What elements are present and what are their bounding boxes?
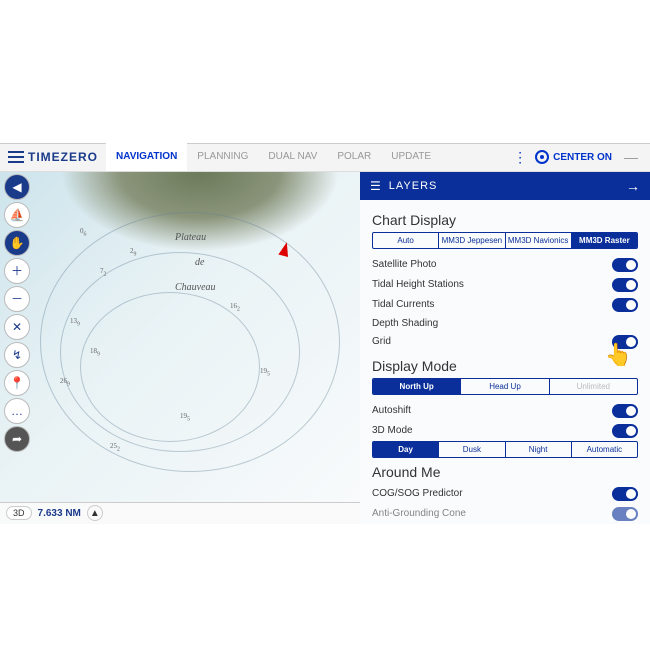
chart-label-de: de	[195, 257, 204, 268]
target-icon	[535, 150, 549, 164]
mark-tool-icon[interactable]: 📍	[4, 370, 30, 396]
row-grid: Grid	[372, 332, 638, 352]
toggle-tidal-height[interactable]	[612, 278, 638, 292]
3d-toggle[interactable]: 3D	[6, 506, 32, 520]
nautical-chart[interactable]: Plateau de Chauveau 06 29 72 139 189 269…	[0, 172, 360, 524]
row-tidal-height: Tidal Height Stations	[372, 275, 638, 295]
row-satellite-photo: Satellite Photo	[372, 255, 638, 275]
back-button[interactable]: ◀	[4, 174, 30, 200]
tab-dual-nav[interactable]: DUAL NAV	[258, 143, 327, 171]
toggle-satellite-photo[interactable]	[612, 258, 638, 272]
top-bar: TIMEZERO NAVIGATION PLANNING DUAL NAV PO…	[0, 144, 650, 172]
north-indicator-icon[interactable]: ▲	[87, 505, 103, 521]
seg-jeppesen[interactable]: MM3D Jeppesen	[439, 233, 505, 248]
toggle-cog-sog[interactable]	[612, 487, 638, 501]
seg-navionics[interactable]: MM3D Navionics	[506, 233, 572, 248]
toggle-anti-grounding[interactable]	[612, 507, 638, 521]
toggle-autoshift[interactable]	[612, 404, 638, 418]
row-depth-shading: Depth Shading	[372, 315, 638, 332]
layers-body: Chart Display Auto MM3D Jeppesen MM3D Na…	[360, 200, 650, 524]
zoom-out-icon[interactable]: －	[4, 286, 30, 312]
chart-source-segmented: Auto MM3D Jeppesen MM3D Navionics MM3D R…	[372, 232, 638, 249]
layers-title: LAYERS	[389, 180, 618, 192]
section-around-me: Around Me	[372, 464, 638, 480]
daynight-segmented: Day Dusk Night Automatic	[372, 441, 638, 458]
distance-readout: 7.633 NM	[38, 508, 81, 519]
seg-night[interactable]: Night	[506, 442, 572, 457]
pan-tool-icon[interactable]: ✋	[4, 230, 30, 256]
chart-label-plateau: Plateau	[175, 232, 206, 243]
row-tidal-currents: Tidal Currents	[372, 295, 638, 315]
tab-planning[interactable]: PLANNING	[187, 143, 258, 171]
zoom-in-icon[interactable]: ＋	[4, 258, 30, 284]
row-cog-sog: COG/SOG Predictor	[372, 484, 638, 504]
layers-panel: ☰ LAYERS → Chart Display Auto MM3D Jeppe…	[360, 172, 650, 524]
layers-icon: ☰	[370, 179, 381, 193]
row-autoshift: Autoshift	[372, 401, 638, 421]
app-window: TIMEZERO NAVIGATION PLANNING DUAL NAV PO…	[0, 143, 650, 508]
tab-update[interactable]: UPDATE	[381, 143, 441, 171]
tab-navigation[interactable]: NAVIGATION	[106, 143, 187, 171]
route-tool-icon[interactable]: ↯	[4, 342, 30, 368]
main-area: Plateau de Chauveau 06 29 72 139 189 269…	[0, 172, 650, 524]
center-on-button[interactable]: CENTER ON	[535, 150, 612, 164]
seg-dusk[interactable]: Dusk	[439, 442, 505, 457]
seg-automatic[interactable]: Automatic	[572, 442, 637, 457]
brand-logo: TIMEZERO	[0, 149, 106, 165]
logo-icon	[8, 149, 24, 165]
panel-collapse-icon[interactable]: →	[626, 178, 640, 194]
share-tool-icon[interactable]: ➦	[4, 426, 30, 452]
brand-text: TIMEZERO	[28, 150, 98, 164]
boat-tool-icon[interactable]: ⛵	[4, 202, 30, 228]
more-menu-icon[interactable]: ⋮	[513, 149, 527, 166]
row-3d-mode: 3D Mode	[372, 421, 638, 441]
seg-head-up[interactable]: Head Up	[461, 379, 549, 394]
status-bar: 3D 7.633 NM ▲	[0, 502, 360, 524]
toggle-grid[interactable]	[612, 335, 638, 349]
section-chart-display: Chart Display	[372, 212, 638, 228]
seg-day[interactable]: Day	[373, 442, 439, 457]
seg-auto[interactable]: Auto	[373, 233, 439, 248]
toggle-tidal-currents[interactable]	[612, 298, 638, 312]
center-on-label: CENTER ON	[553, 152, 612, 163]
chart-label-chauveau: Chauveau	[175, 282, 216, 293]
tool-column: ◀ ⛵ ✋ ＋ － ✕ ↯ 📍 … ➦	[4, 174, 30, 452]
minimize-button[interactable]: —	[620, 149, 642, 165]
seg-raster[interactable]: MM3D Raster	[572, 233, 637, 248]
nav-tabs: NAVIGATION PLANNING DUAL NAV POLAR UPDAT…	[106, 143, 441, 171]
toggle-3d-mode[interactable]	[612, 424, 638, 438]
topbar-right: ⋮ CENTER ON —	[513, 149, 650, 166]
layers-header: ☰ LAYERS →	[360, 172, 650, 200]
seg-north-up[interactable]: North Up	[373, 379, 461, 394]
tab-polar[interactable]: POLAR	[327, 143, 381, 171]
row-anti-grounding: Anti-Grounding Cone	[372, 504, 638, 524]
more-tools-icon[interactable]: …	[4, 398, 30, 424]
seg-unlimited[interactable]: Unlimited	[550, 379, 637, 394]
orientation-segmented: North Up Head Up Unlimited	[372, 378, 638, 395]
divider-tool-icon[interactable]: ✕	[4, 314, 30, 340]
section-display-mode: Display Mode	[372, 358, 638, 374]
